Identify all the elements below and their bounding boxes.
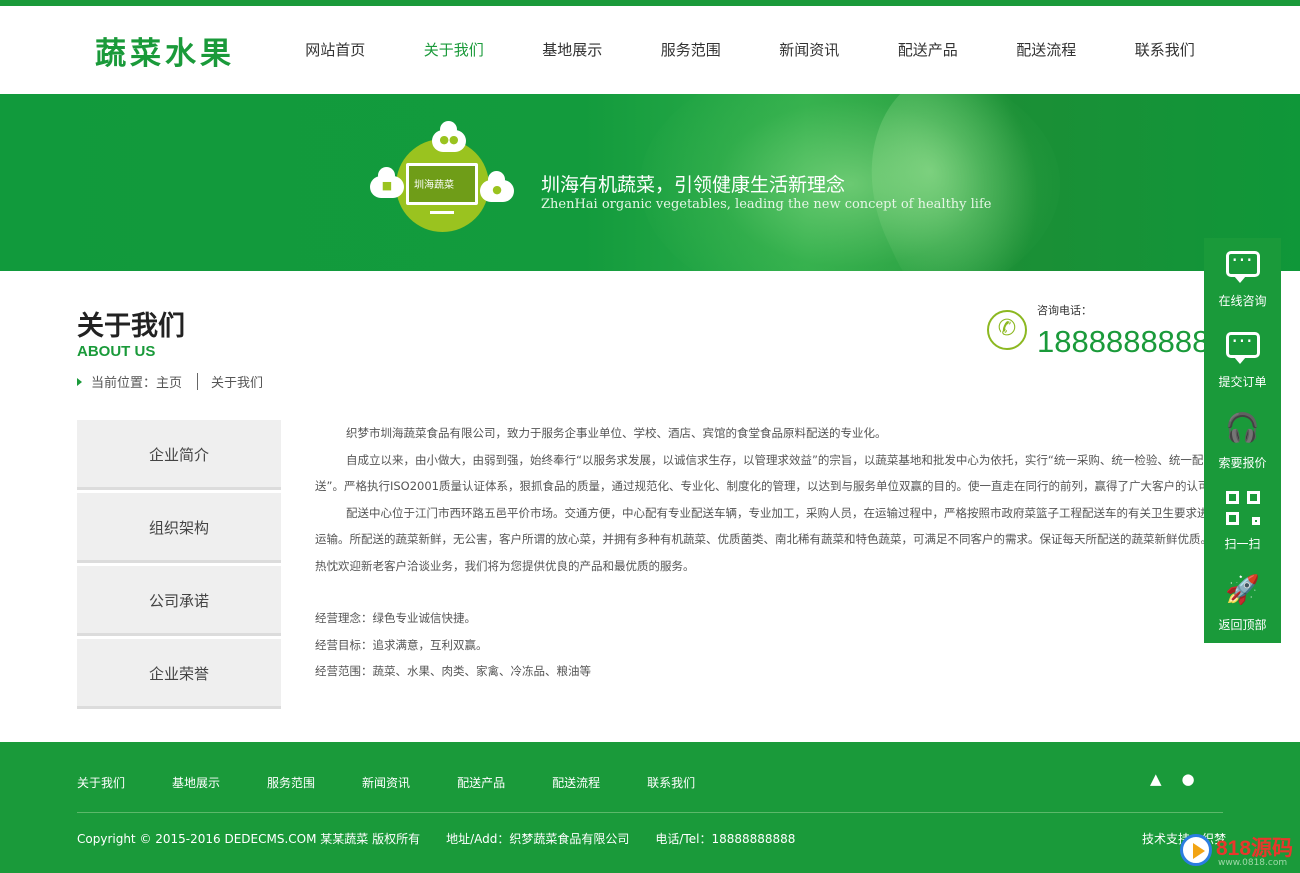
side-item-commitment[interactable]: 公司承诺 [77, 566, 281, 636]
footer-divider [77, 812, 1223, 813]
content-extra: 经营范围：蔬菜、水果、肉类、家禽、冷冻品、粮油等 [315, 664, 591, 678]
breadcrumb: 当前位置：主页 关于我们 [77, 372, 263, 391]
side-menu: 企业简介 组织架构 公司承诺 企业荣誉 [77, 420, 281, 712]
content-paragraph: 自成立以来，由小做大，由弱到强，始终奉行“以服务求发展，以诚信求生存，以管理求效… [346, 452, 1204, 467]
cloud-lock-icon: ● [480, 171, 514, 202]
content-paragraph: 运输。所配送的蔬菜新鲜，无公害，客户所谓的放心菜，并拥有多种有机蔬菜、优质菌类、… [315, 532, 1205, 546]
phone-icon: ✆ [987, 310, 1027, 350]
float-label: 在线咨询 [1218, 294, 1267, 308]
float-scan[interactable]: 扫一扫 [1204, 481, 1281, 562]
footer-link-products[interactable]: 配送产品 [457, 774, 505, 791]
monitor-stand [430, 207, 454, 214]
chat-icon [1204, 240, 1281, 288]
content-paragraph: 送”。严格执行ISO2001质量认证体系，狠抓食品的质量，通过规范化、专业化、制… [315, 479, 1205, 493]
qrcode-icon [1204, 489, 1281, 536]
footer-copyright: Copyright © 2015-2016 DEDECMS.COM 某某蔬菜 版… [77, 832, 421, 846]
breadcrumb-separator [197, 373, 199, 390]
nav-item-home[interactable]: 网站首页 [276, 6, 395, 94]
side-item-organization[interactable]: 组织架构 [77, 493, 281, 563]
content-extra: 经营目标：追求满意，互利双赢。 [315, 637, 488, 652]
float-request-quote[interactable]: 🎧 索要报价 [1204, 400, 1281, 481]
site-logo[interactable]: 蔬菜水果 [95, 28, 235, 73]
page-subtitle: ABOUT US [77, 343, 156, 360]
nav-item-services[interactable]: 服务范围 [632, 6, 751, 94]
content-extra: 经营理念：绿色专业诚信快捷。 [315, 611, 476, 625]
about-content: 织梦市圳海蔬菜食品有限公司，致力于服务企事业单位、学校、酒店、宾馆的食堂食品原料… [315, 420, 1205, 685]
site-footer: 关于我们 基地展示 服务范围 新闻资讯 配送产品 配送流程 联系我们 ▲ ● C… [0, 742, 1300, 873]
nav-item-products[interactable]: 配送产品 [869, 6, 988, 94]
footer-social: ▲ ● [1150, 770, 1195, 788]
footer-link-process[interactable]: 配送流程 [552, 774, 600, 791]
source-watermark: 818源码 www.0818.com [1180, 830, 1300, 873]
wechat-icon[interactable]: ● [1182, 770, 1195, 788]
content-gap [315, 579, 1205, 605]
content-paragraph: 织梦市圳海蔬菜食品有限公司，致力于服务企事业单位、学校、酒店、宾馆的食堂食品原料… [346, 426, 887, 440]
cloud-truck-icon: ■ [370, 167, 404, 198]
headset-icon: 🎧 [1225, 411, 1260, 444]
nav-item-news[interactable]: 新闻资讯 [750, 6, 869, 94]
cloud-people-icon: ●● [432, 121, 466, 152]
breadcrumb-arrow-icon [77, 377, 82, 386]
order-chat-icon [1204, 321, 1281, 369]
content-paragraph: 配送中心位于江门市西环路五邑平价市场。交通方便，中心配有专业配送车辆，专业加工，… [346, 505, 1205, 520]
nav-item-contact[interactable]: 联系我们 [1106, 6, 1225, 94]
float-back-to-top[interactable]: 🚀 返回顶部 [1204, 562, 1281, 643]
footer-link-about[interactable]: 关于我们 [77, 774, 125, 791]
content-paragraph: 热忱欢迎新老客户洽谈业务，我们将为您提供优良的产品和最优质的服务。 [315, 558, 695, 573]
side-item-profile[interactable]: 企业简介 [77, 420, 281, 490]
footer-link-base[interactable]: 基地展示 [172, 774, 220, 791]
float-online-consult[interactable]: 在线咨询 [1204, 238, 1281, 319]
main-nav: 网站首页 关于我们 基地展示 服务范围 新闻资讯 配送产品 配送流程 联系我们 [276, 6, 1224, 94]
footer-address: 地址/Add：织梦蔬菜食品有限公司 [446, 832, 630, 846]
banner-subtitle: ZhenHai organic vegetables, leading the … [541, 197, 992, 212]
nav-item-base[interactable]: 基地展示 [513, 6, 632, 94]
rocket-icon: 🚀 [1225, 573, 1260, 606]
watermark-url: www.0818.com [1218, 858, 1288, 868]
footer-link-contact[interactable]: 联系我们 [647, 774, 695, 791]
breadcrumb-home-link[interactable]: 当前位置：主页 [91, 372, 182, 391]
monitor-brand-label: 圳海蔬菜 [414, 180, 454, 191]
banner-title: 圳海有机蔬菜，引领健康生活新理念 [541, 174, 846, 196]
footer-link-services[interactable]: 服务范围 [267, 774, 315, 791]
float-label: 返回顶部 [1218, 618, 1267, 632]
breadcrumb-current[interactable]: 关于我们 [211, 372, 263, 391]
site-header: 蔬菜水果 网站首页 关于我们 基地展示 服务范围 新闻资讯 配送产品 配送流程 … [0, 6, 1300, 94]
watermark-play-icon [1180, 834, 1212, 866]
footer-tel: 电话/Tel：18888888888 [655, 832, 796, 846]
side-item-honors[interactable]: 企业荣誉 [77, 639, 281, 709]
float-label: 索要报价 [1218, 456, 1267, 470]
page-title: 关于我们 [77, 311, 185, 342]
float-label: 提交订单 [1218, 375, 1267, 389]
float-label: 扫一扫 [1224, 537, 1261, 551]
footer-nav: 关于我们 基地展示 服务范围 新闻资讯 配送产品 配送流程 联系我们 [77, 774, 742, 791]
qq-icon[interactable]: ▲ [1150, 770, 1162, 788]
float-toolbar: 在线咨询 提交订单 🎧 索要报价 扫一扫 🚀 返回顶部 [1204, 238, 1281, 643]
nav-item-process[interactable]: 配送流程 [987, 6, 1106, 94]
phone-label: 咨询电话： [1037, 304, 1092, 317]
nav-item-about[interactable]: 关于我们 [395, 6, 514, 94]
footer-info: Copyright © 2015-2016 DEDECMS.COM 某某蔬菜 版… [77, 830, 795, 847]
float-submit-order[interactable]: 提交订单 [1204, 319, 1281, 400]
footer-link-news[interactable]: 新闻资讯 [362, 774, 410, 791]
phone-number: 18888888888 [1037, 324, 1227, 359]
